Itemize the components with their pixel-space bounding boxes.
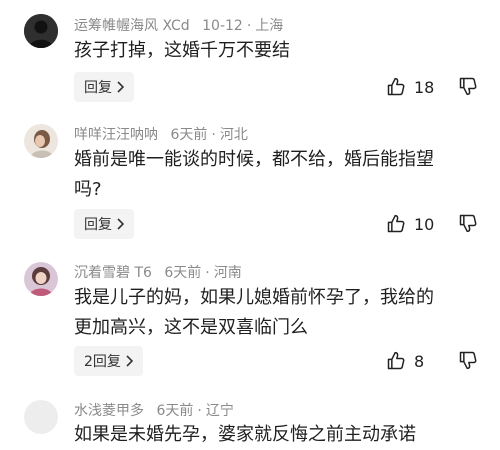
- comment-meta: 水浅菱甲多 6天前 · 辽宁: [74, 403, 234, 419]
- username[interactable]: 沉着雪碧 T6: [74, 265, 152, 281]
- dislike-button[interactable]: [458, 76, 480, 98]
- thumb-up-icon: [386, 351, 406, 371]
- thumb-down-icon: [458, 213, 480, 233]
- comment-location: 辽宁: [205, 403, 234, 419]
- thumb-up-icon: [386, 77, 406, 97]
- comment-text: 孩子打掉，这婚千万不要结: [74, 40, 290, 61]
- avatar[interactable]: [24, 124, 58, 158]
- comment-text: 婚前是唯一能谈的时候，都不给，婚后能指望 吗?: [74, 149, 434, 200]
- reply-button[interactable]: 回复: [74, 72, 134, 102]
- thumb-down-icon: [458, 350, 480, 370]
- thumb-down-icon: [458, 76, 480, 96]
- username[interactable]: 咩咩汪汪呐呐: [74, 127, 158, 143]
- comment-time: 6天前: [164, 265, 202, 281]
- thumb-up-icon: [386, 214, 406, 234]
- comment-location: 上海: [255, 18, 284, 34]
- like-button[interactable]: 18: [386, 73, 434, 101]
- username[interactable]: 运筹帷幄海风 XCd: [74, 18, 190, 34]
- user-photo-avatar: [24, 124, 58, 158]
- like-button[interactable]: 8: [386, 347, 424, 375]
- reply-button[interactable]: 回复: [74, 209, 134, 239]
- avatar[interactable]: [24, 14, 58, 48]
- username[interactable]: 水浅菱甲多: [74, 403, 144, 419]
- like-count: 8: [414, 351, 425, 371]
- comment-location: 河南: [213, 265, 242, 281]
- comment-text: 如果是未婚先孕，婆家就反悔之前主动承诺: [74, 424, 416, 445]
- chevron-right-icon: [116, 81, 124, 93]
- like-count: 10: [414, 214, 435, 234]
- dislike-button[interactable]: [458, 213, 480, 235]
- reply-button[interactable]: 2回复: [74, 346, 143, 376]
- comment-time: 10-12: [202, 18, 243, 34]
- avatar[interactable]: [24, 400, 58, 434]
- comment-text: 我是儿子的妈，如果儿媳婚前怀孕了，我给的 更加高兴，这不是双喜临门么: [74, 287, 434, 338]
- default-avatar-icon: [24, 14, 58, 48]
- avatar[interactable]: [24, 262, 58, 296]
- comment-location: 河北: [219, 127, 248, 143]
- chevron-right-icon: [125, 355, 133, 367]
- comment-time: 6天前: [156, 403, 194, 419]
- comment-meta: 运筹帷幄海风 XCd 10-12 · 上海: [74, 18, 284, 34]
- like-count: 18: [414, 77, 435, 97]
- like-button[interactable]: 10: [386, 210, 434, 238]
- chevron-right-icon: [116, 218, 124, 230]
- user-photo-avatar: [24, 262, 58, 296]
- comment-meta: 咩咩汪汪呐呐 6天前 · 河北: [74, 127, 248, 143]
- comment-time: 6天前: [170, 127, 208, 143]
- dislike-button[interactable]: [458, 350, 480, 372]
- comment-meta: 沉着雪碧 T6 6天前 · 河南: [74, 265, 242, 281]
